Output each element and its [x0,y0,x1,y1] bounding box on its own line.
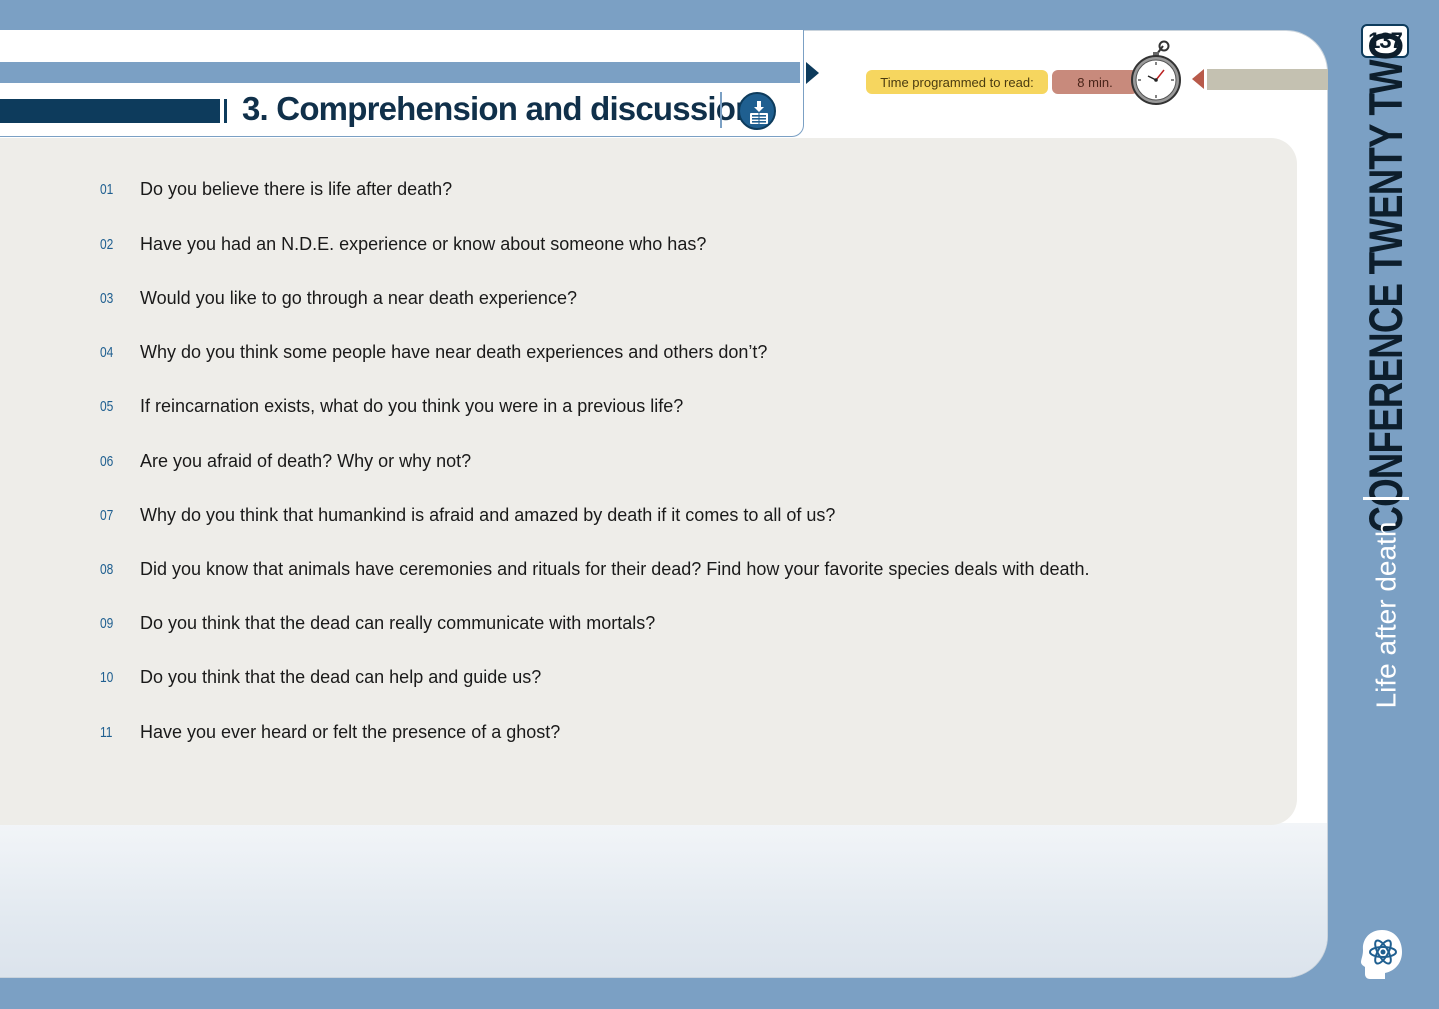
question-text: Have you had an N.D.E. experience or kno… [140,233,707,254]
chapter-subtitle-text: Life after death [1370,521,1401,709]
progress-pointer [1192,69,1204,89]
header-strip-arrow [806,62,819,84]
header-strip [0,62,800,83]
sidebar-divider [1363,497,1409,500]
list-item: 11 Have you ever heard or felt the prese… [100,717,1200,747]
list-item: 07 Why do you think that humankind is af… [100,500,1200,530]
question-text: Why do you think some people have near d… [140,341,768,362]
question-text: Do you think that the dead can really co… [140,612,656,633]
list-item: 08 Did you know that animals have ceremo… [100,554,1200,584]
question-number: 11 [100,723,113,741]
chapter-title: CONFERENCE TWENTY TWO [1360,32,1413,532]
list-item: 06 Are you afraid of death? Why or why n… [100,446,1200,476]
question-number: 04 [100,343,114,361]
question-text: Do you believe there is life after death… [140,178,453,199]
progress-strip [1207,69,1328,90]
list-item: 05 If reincarnation exists, what do you … [100,391,1200,421]
chapter-subtitle: Life after death [1362,520,1410,710]
question-number: 01 [100,180,114,198]
question-text: Are you afraid of death? Why or why not? [140,450,472,471]
list-item: 03 Would you like to go through a near d… [100,283,1200,313]
stopwatch-icon [1128,40,1184,110]
list-item: 10 Do you think that the dead can help a… [100,662,1200,692]
question-number: 09 [100,614,114,632]
question-number: 10 [100,668,114,686]
question-number: 02 [100,235,114,253]
question-number: 07 [100,506,114,524]
question-text: Did you know that animals have ceremonie… [140,558,1090,579]
time-programmed-label: Time programmed to read: [866,70,1048,94]
question-number: 06 [100,452,114,470]
chapter-title-text: CONFERENCE TWENTY TWO [1359,31,1413,533]
list-item: 04 Why do you think some people have nea… [100,337,1200,367]
question-text: Why do you think that humankind is afrai… [140,504,836,525]
question-number: 05 [100,397,114,415]
section-title: 3. Comprehension and discussion [242,90,755,127]
list-item: 01 Do you believe there is life after de… [100,174,1200,204]
title-accent-bar [0,99,220,123]
page-background-bottom [0,823,1327,977]
list-item: 09 Do you think that the dead can really… [100,608,1200,638]
brain-atom-logo-icon [1359,926,1405,982]
download-icon[interactable] [738,92,776,130]
question-number: 03 [100,289,114,307]
question-text: Have you ever heard or felt the presence… [140,721,561,742]
question-text: If reincarnation exists, what do you thi… [140,395,684,416]
question-text: Would you like to go through a near deat… [140,287,577,308]
question-text: Do you think that the dead can help and … [140,666,542,687]
list-item: 02 Have you had an N.D.E. experience or … [100,229,1200,259]
title-divider [720,92,722,128]
title-accent-tick [224,99,227,123]
time-programmed-value: 8 min. [1052,70,1138,94]
question-number: 08 [100,560,114,578]
